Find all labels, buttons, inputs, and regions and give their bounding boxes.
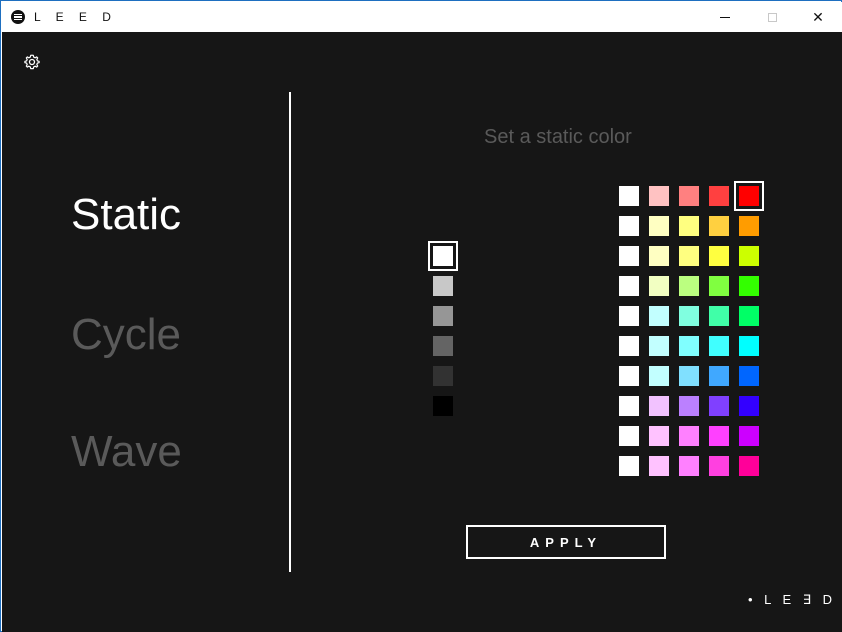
color-swatch[interactable]: [649, 396, 669, 416]
color-swatch[interactable]: [649, 306, 669, 326]
color-swatch[interactable]: [739, 426, 759, 446]
color-swatch[interactable]: [649, 426, 669, 446]
color-swatch[interactable]: [619, 456, 639, 476]
color-swatch[interactable]: [679, 396, 699, 416]
color-swatch[interactable]: [619, 246, 639, 266]
color-swatch[interactable]: [709, 216, 729, 236]
color-swatch[interactable]: [679, 366, 699, 386]
apply-button[interactable]: APPLY: [466, 525, 666, 559]
minimize-button[interactable]: [702, 2, 748, 32]
color-swatch[interactable]: [739, 366, 759, 386]
color-swatch[interactable]: [679, 426, 699, 446]
maximize-button[interactable]: [749, 2, 795, 32]
window-title: L E E D: [34, 10, 117, 24]
brand-logo: • L E ∃ D •: [748, 592, 842, 607]
color-swatch[interactable]: [739, 246, 759, 266]
mode-wave[interactable]: Wave: [71, 430, 182, 474]
color-swatch[interactable]: [679, 186, 699, 206]
color-swatch[interactable]: [649, 276, 669, 296]
color-swatch[interactable]: [709, 276, 729, 296]
color-swatch[interactable]: [709, 186, 729, 206]
leed-logo-icon: [11, 10, 25, 24]
color-swatch[interactable]: [619, 306, 639, 326]
gray-swatch[interactable]: [433, 366, 453, 386]
color-swatch[interactable]: [734, 181, 764, 211]
color-swatch[interactable]: [709, 306, 729, 326]
app-window: L E E D ✕ Static Cycle Wave Set a static…: [0, 0, 842, 632]
color-swatch[interactable]: [619, 426, 639, 446]
color-swatch[interactable]: [739, 276, 759, 296]
gray-swatch[interactable]: [433, 306, 453, 326]
gray-swatch[interactable]: [433, 396, 453, 416]
gray-swatch[interactable]: [433, 336, 453, 356]
color-swatch[interactable]: [649, 216, 669, 236]
gray-swatch[interactable]: [433, 276, 453, 296]
maximize-icon: [767, 12, 777, 22]
color-swatch[interactable]: [649, 456, 669, 476]
color-swatch[interactable]: [709, 396, 729, 416]
color-swatch[interactable]: [679, 456, 699, 476]
gear-icon: [24, 54, 40, 70]
color-swatch[interactable]: [679, 216, 699, 236]
gray-swatch[interactable]: [428, 241, 458, 271]
minimize-icon: [720, 16, 730, 18]
color-swatch[interactable]: [619, 366, 639, 386]
color-swatch[interactable]: [619, 396, 639, 416]
color-swatch[interactable]: [619, 336, 639, 356]
close-button[interactable]: ✕: [795, 2, 841, 32]
color-swatch[interactable]: [619, 216, 639, 236]
color-swatch[interactable]: [619, 186, 639, 206]
color-swatch[interactable]: [709, 426, 729, 446]
color-swatch[interactable]: [649, 246, 669, 266]
color-swatch[interactable]: [619, 276, 639, 296]
color-swatch[interactable]: [709, 366, 729, 386]
mode-static[interactable]: Static: [71, 193, 181, 237]
title-bar: L E E D ✕: [2, 2, 842, 32]
color-swatch[interactable]: [739, 336, 759, 356]
color-swatch[interactable]: [739, 396, 759, 416]
color-swatch[interactable]: [709, 246, 729, 266]
settings-button[interactable]: [22, 52, 42, 72]
divider: [289, 92, 291, 572]
color-swatch[interactable]: [649, 336, 669, 356]
app-content: Static Cycle Wave Set a static color APP…: [2, 32, 842, 632]
color-swatch[interactable]: [739, 306, 759, 326]
section-prompt: Set a static color: [484, 126, 632, 148]
color-swatch[interactable]: [679, 276, 699, 296]
close-icon: ✕: [812, 8, 824, 25]
mode-cycle[interactable]: Cycle: [71, 313, 181, 357]
color-swatch[interactable]: [679, 306, 699, 326]
color-swatch[interactable]: [739, 216, 759, 236]
color-swatch[interactable]: [709, 336, 729, 356]
color-swatch[interactable]: [709, 456, 729, 476]
color-swatch[interactable]: [739, 456, 759, 476]
color-swatch[interactable]: [649, 186, 669, 206]
color-swatch[interactable]: [679, 336, 699, 356]
color-swatch[interactable]: [649, 366, 669, 386]
color-swatch[interactable]: [679, 246, 699, 266]
